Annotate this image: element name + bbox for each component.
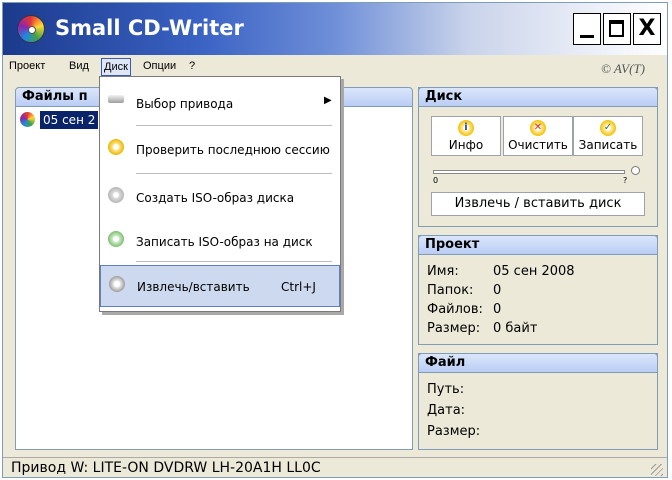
minimize-button[interactable] bbox=[573, 13, 601, 45]
project-files-key: Файлов: bbox=[427, 302, 483, 317]
menu-project[interactable]: Проект bbox=[9, 60, 45, 72]
erase-button-label: Очистить bbox=[508, 138, 568, 152]
disc-image-icon bbox=[108, 187, 124, 203]
burn-button-label: Записать bbox=[578, 138, 638, 152]
disk-menu-dropdown: Выбор привода ▶ Проверить последнюю сесс… bbox=[99, 76, 341, 312]
burn-button[interactable]: ✓ Записать bbox=[573, 116, 643, 156]
info-button-label: Инфо bbox=[448, 138, 484, 152]
project-cd-icon bbox=[20, 112, 35, 127]
close-button[interactable]: X bbox=[633, 13, 661, 45]
eject-insert-button[interactable]: Извлечь / вставить диск bbox=[431, 192, 645, 216]
menu-item-eject-insert[interactable]: Извлечь/вставить Ctrl+J bbox=[100, 265, 340, 307]
info-disc-icon: i bbox=[458, 120, 474, 136]
erase-disc-icon: ✕ bbox=[530, 120, 546, 136]
project-size-key: Размер: bbox=[427, 321, 481, 336]
erase-button[interactable]: ✕ Очистить bbox=[503, 116, 573, 156]
menu-item-label: Записать ISO-образ на диск bbox=[136, 235, 313, 249]
menu-help[interactable]: ? bbox=[189, 60, 195, 72]
info-button[interactable]: i Инфо bbox=[431, 116, 501, 156]
project-folders-key: Папок: bbox=[427, 283, 474, 298]
project-name-value: 05 сен 2008 bbox=[493, 264, 575, 279]
file-size-key: Размер: bbox=[427, 424, 481, 439]
submenu-arrow-icon: ▶ bbox=[324, 95, 332, 106]
project-name-key: Имя: bbox=[427, 264, 459, 279]
cd-app-icon bbox=[17, 15, 45, 43]
window-title: Small CD-Writer bbox=[55, 16, 244, 40]
tree-item-label: 05 сен 2 bbox=[40, 111, 99, 129]
menu-item-shortcut: Ctrl+J bbox=[281, 280, 316, 294]
menu-view[interactable]: Вид bbox=[69, 60, 89, 72]
file-date-key: Дата: bbox=[427, 403, 466, 418]
menu-separator bbox=[136, 261, 332, 262]
disk-panel-header: Диск bbox=[418, 87, 658, 107]
drive-icon bbox=[108, 95, 124, 103]
maximize-button[interactable] bbox=[603, 13, 631, 45]
check-disc-icon bbox=[108, 139, 124, 155]
status-bar: Привод W: LITE-ON DVDRW LH-20A1H LL0C bbox=[3, 457, 667, 477]
menu-item-label: Создать ISO-образ диска bbox=[136, 191, 295, 205]
file-panel-header: Файл bbox=[418, 353, 658, 373]
burn-disc-icon: ✓ bbox=[600, 120, 616, 136]
disk-panel: Диск i Инфо ✕ Очистить ✓ Записать 0 ? Из… bbox=[418, 87, 658, 227]
eject-icon bbox=[109, 276, 125, 292]
menu-separator bbox=[136, 173, 332, 174]
slider-handle[interactable] bbox=[631, 166, 640, 175]
menu-options[interactable]: Опции bbox=[143, 60, 176, 72]
menu-item-label: Выбор привода bbox=[136, 97, 234, 111]
menu-item-create-iso[interactable]: Создать ISO-образ диска bbox=[100, 177, 340, 217]
project-folders-value: 0 bbox=[493, 283, 502, 298]
project-files-value: 0 bbox=[493, 302, 502, 317]
close-icon: X bbox=[638, 16, 656, 41]
slider-max-label: ? bbox=[623, 176, 628, 185]
menu-separator bbox=[136, 125, 332, 126]
file-path-key: Путь: bbox=[427, 382, 465, 397]
write-image-icon bbox=[108, 231, 124, 247]
file-panel: Файл Путь: Дата: Размер: bbox=[418, 353, 658, 450]
brand-label: © AV(T) bbox=[600, 61, 645, 76]
title-bar[interactable]: Small CD-Writer X bbox=[3, 3, 667, 55]
drive-status: Привод W: LITE-ON DVDRW LH-20A1H LL0C bbox=[11, 460, 321, 476]
menu-disk[interactable]: Диск bbox=[101, 58, 131, 76]
menu-item-label: Извлечь/вставить bbox=[137, 280, 250, 294]
menu-item-burn-iso[interactable]: Записать ISO-образ на диск bbox=[100, 221, 340, 261]
menu-item-verify-session[interactable]: Проверить последнюю сессию bbox=[100, 129, 340, 169]
project-panel: Проект Имя: 05 сен 2008 Папок: 0 Файлов:… bbox=[418, 235, 658, 345]
menu-item-select-drive[interactable]: Выбор привода ▶ bbox=[100, 83, 340, 123]
capacity-slider[interactable] bbox=[433, 170, 625, 174]
slider-min-label: 0 bbox=[433, 176, 439, 185]
menu-item-label: Проверить последнюю сессию bbox=[136, 143, 330, 157]
project-size-value: 0 байт bbox=[493, 321, 538, 336]
project-panel-header: Проект bbox=[418, 235, 658, 255]
resize-grip-icon[interactable] bbox=[651, 464, 663, 476]
